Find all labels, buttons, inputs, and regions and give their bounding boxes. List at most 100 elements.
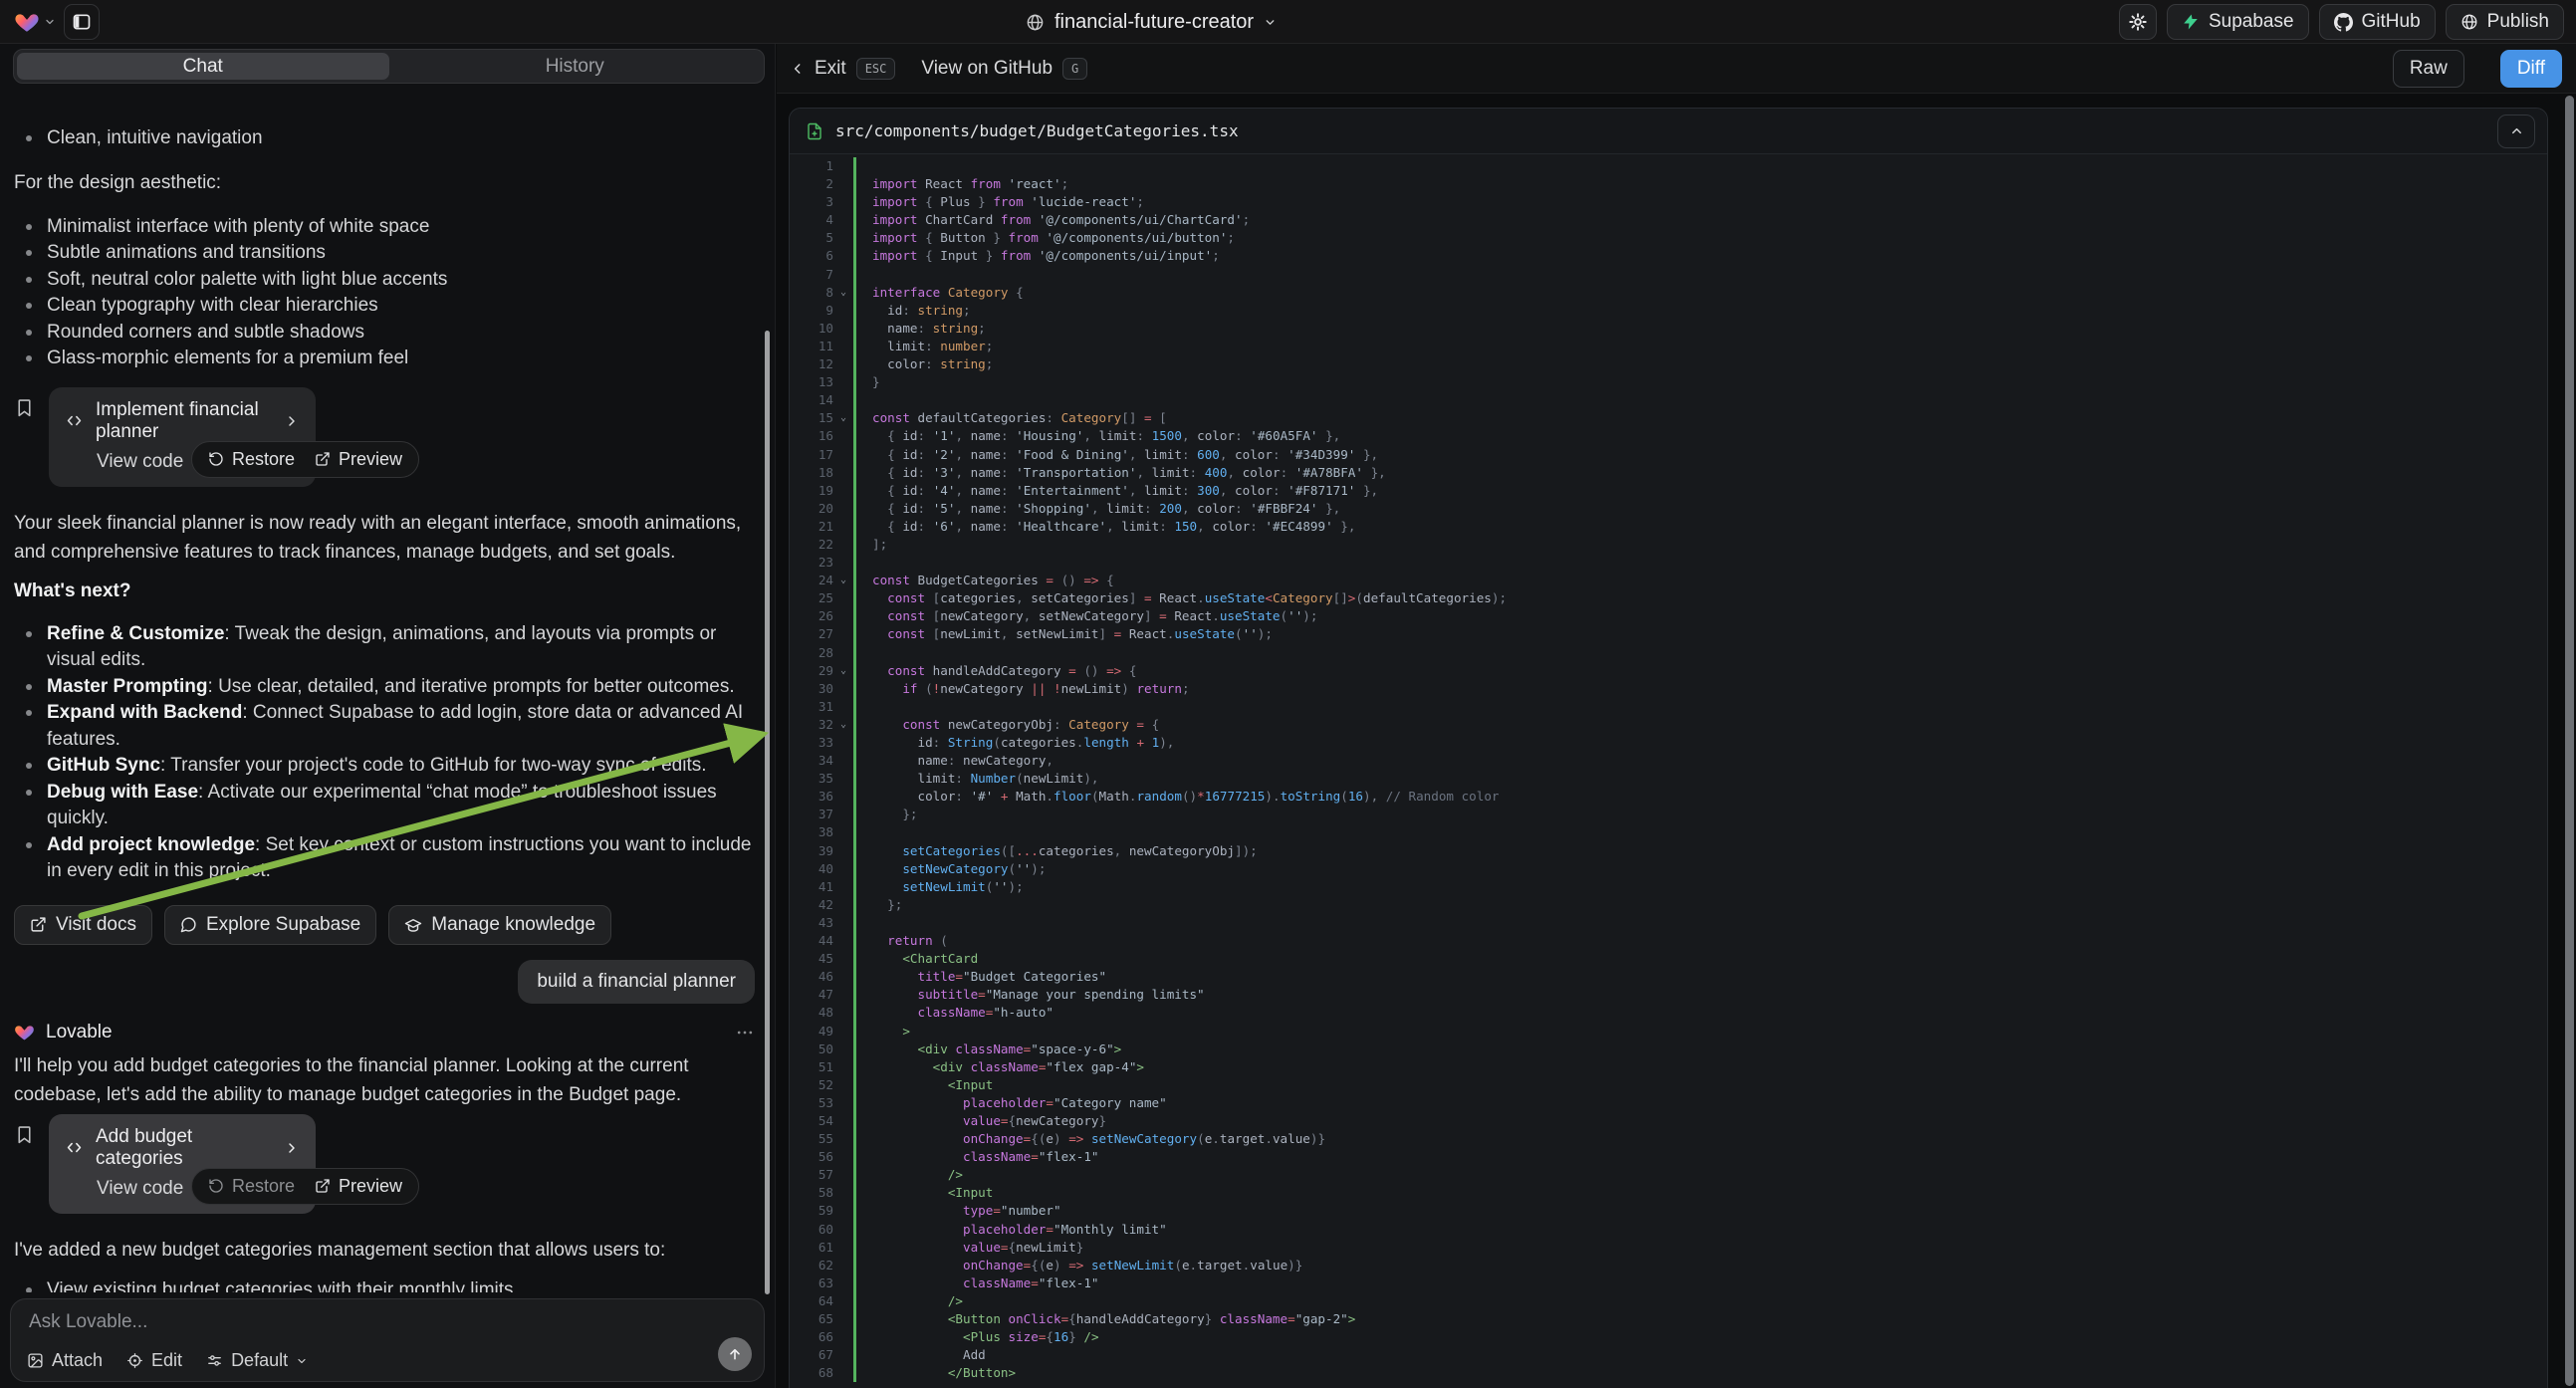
external-link-icon (315, 1178, 331, 1194)
list-item: Minimalist interface with plenty of whit… (14, 214, 755, 241)
bullet-dot-icon (26, 710, 32, 716)
github-button[interactable]: GitHub (2319, 4, 2436, 40)
esc-kbd-badge: ESC (856, 58, 896, 80)
target-icon (126, 1352, 143, 1369)
chat-composer: Attach Edit Default (10, 1298, 765, 1382)
code-line: 63 className="flex-1" (790, 1274, 2547, 1292)
code-line: 23 (790, 554, 2547, 572)
list-item: Add project knowledge: Set key context o… (14, 832, 755, 885)
code-line: 42 }; (790, 896, 2547, 914)
supabase-button[interactable]: Supabase (2167, 4, 2309, 40)
chat-scrollbar[interactable] (765, 331, 770, 1294)
heart-icon (14, 9, 40, 35)
chevron-left-icon (791, 62, 805, 76)
github-icon (2334, 13, 2353, 32)
tab-history[interactable]: History (389, 53, 762, 80)
scrollbar-thumb[interactable] (2565, 96, 2574, 1386)
code-line: 32⌄ const newCategoryObj: Category = { (790, 716, 2547, 734)
code-line: 54 value={newCategory} (790, 1112, 2547, 1130)
diff-toggle-button[interactable]: Diff (2500, 50, 2562, 88)
bookmark-icon[interactable] (14, 397, 35, 418)
lovable-logo-icon[interactable] (14, 9, 56, 35)
list-item: Expand with Backend: Connect Supabase to… (14, 700, 755, 753)
file-header: src/components/budget/BudgetCategories.t… (790, 109, 2547, 154)
image-icon (27, 1352, 44, 1369)
message-circle-icon (180, 916, 197, 933)
edit-mode-button[interactable]: Edit (126, 1350, 182, 1371)
mode-select[interactable]: Default (206, 1350, 308, 1371)
code-line: 53 placeholder="Category name" (790, 1094, 2547, 1112)
suggestion-buttons: Visit docs Explore Supabase Manage knowl… (14, 905, 755, 945)
added-bullet-list: View existing budget categories with the… (14, 1277, 755, 1293)
code-line: 67 Add (790, 1346, 2547, 1364)
code-line: 68 </Button> (790, 1364, 2547, 1382)
bullet-dot-icon (26, 277, 32, 283)
chevron-right-icon (284, 1140, 300, 1156)
code-line: 16 { id: '1', name: 'Housing', limit: 15… (790, 427, 2547, 445)
version-card-row: Implement financial planner View code Re… (14, 387, 755, 483)
help-paragraph: I'll help you add budget categories to t… (14, 1051, 755, 1109)
explore-supabase-button[interactable]: Explore Supabase (164, 905, 376, 945)
attach-button[interactable]: Attach (27, 1350, 103, 1371)
code-line: 26 const [newCategory, setNewCategory] =… (790, 607, 2547, 625)
code-scrollbar[interactable] (2565, 96, 2574, 1386)
design-bullet-list: Minimalist interface with plenty of whit… (14, 214, 755, 372)
code-line: 39 setCategories([...categories, newCate… (790, 842, 2547, 860)
settings-button[interactable] (2119, 4, 2157, 40)
raw-toggle-button[interactable]: Raw (2393, 50, 2464, 88)
restore-icon (208, 451, 224, 467)
exit-button[interactable]: Exit ESC (791, 58, 895, 80)
sidebar-toggle-button[interactable] (64, 4, 100, 40)
code-line: 34 name: newCategory, (790, 752, 2547, 770)
preview-button[interactable]: Preview (315, 1176, 402, 1197)
list-item: Glass-morphic elements for a premium fee… (14, 346, 755, 372)
code-line: 47 subtitle="Manage your spending limits… (790, 986, 2547, 1004)
code-line: 22]; (790, 536, 2547, 554)
sliders-icon (206, 1352, 223, 1369)
code-line: 18 { id: '3', name: 'Transportation', li… (790, 464, 2547, 482)
view-on-github-button[interactable]: View on GitHub G (921, 58, 1087, 80)
version-actions-pill: Restore Preview (191, 441, 419, 478)
list-item: View existing budget categories with the… (14, 1277, 755, 1293)
list-item: Master Prompting: Use clear, detailed, a… (14, 674, 755, 701)
added-paragraph: I've added a new budget categories manag… (14, 1236, 755, 1265)
more-options-icon[interactable] (735, 1023, 755, 1042)
version-card-title: Implement financial planner (96, 399, 272, 443)
chevron-down-icon (44, 16, 56, 28)
publish-button[interactable]: Publish (2446, 4, 2564, 40)
code-line: 51 <div className="flex gap-4"> (790, 1058, 2547, 1076)
file-plus-icon (806, 122, 823, 140)
restore-button[interactable]: Restore (208, 449, 295, 470)
restore-icon (208, 1178, 224, 1194)
file-diff-card: src/components/budget/BudgetCategories.t… (789, 108, 2548, 1388)
code-line: 17 { id: '2', name: 'Food & Dining', lim… (790, 446, 2547, 464)
assistant-header: Lovable (14, 1022, 755, 1043)
chat-input[interactable] (29, 1311, 704, 1341)
project-switcher[interactable]: financial-future-creator (1026, 0, 1277, 44)
code-line: 38 (790, 823, 2547, 841)
code-line: 4import ChartCard from '@/components/ui/… (790, 211, 2547, 229)
design-heading: For the design aesthetic: (14, 168, 755, 197)
bookmark-icon[interactable] (14, 1124, 35, 1145)
list-item: Refine & Customize: Tweak the design, an… (14, 621, 755, 674)
external-link-icon (315, 451, 331, 467)
code-line: 41 setNewLimit(''); (790, 878, 2547, 896)
code-line: 20 { id: '5', name: 'Shopping', limit: 2… (790, 500, 2547, 518)
arrow-up-icon (727, 1346, 743, 1362)
ready-paragraph: Your sleek financial planner is now read… (14, 509, 755, 567)
send-button[interactable] (718, 1337, 752, 1371)
code-line: 46 title="Budget Categories" (790, 968, 2547, 986)
collapse-file-button[interactable] (2497, 115, 2535, 148)
chat-panel: Chat History Clean, intuitive navigation… (0, 44, 776, 1388)
visit-docs-button[interactable]: Visit docs (14, 905, 152, 945)
bullet-dot-icon (26, 330, 32, 336)
restore-button[interactable]: Restore (208, 1176, 295, 1197)
code-line: 2import React from 'react'; (790, 175, 2547, 193)
code-line: 66 <Plus size={16} /> (790, 1328, 2547, 1346)
manage-knowledge-button[interactable]: Manage knowledge (388, 905, 611, 945)
preview-button[interactable]: Preview (315, 449, 402, 470)
tab-chat[interactable]: Chat (17, 53, 389, 80)
whats-next-heading: What's next? (14, 577, 755, 605)
code-line: 21 { id: '6', name: 'Healthcare', limit:… (790, 518, 2547, 536)
list-item: Clean typography with clear hierarchies (14, 293, 755, 320)
